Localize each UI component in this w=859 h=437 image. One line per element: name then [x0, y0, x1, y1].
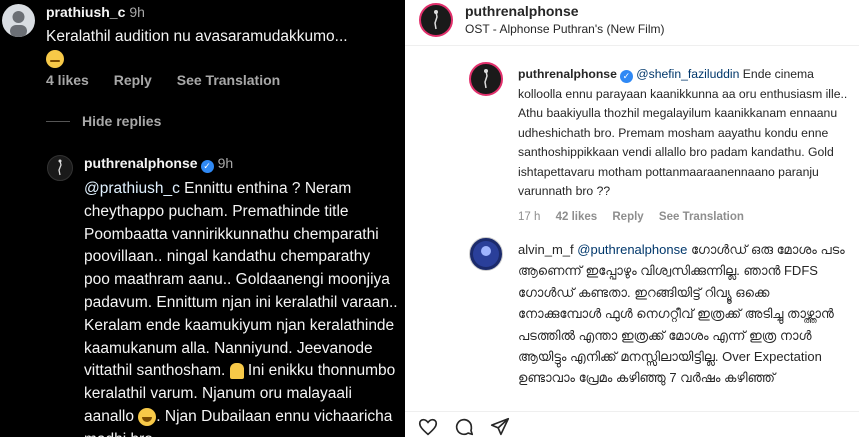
post-audio-subtitle[interactable]: OST - Alphonse Puthran's (New Film): [465, 22, 664, 36]
comment-meta: 17 h 42 likes Reply See Translation: [518, 211, 756, 223]
left-comment-panel: prathiush_c 9h Keralathil audition nu ava…: [0, 0, 405, 437]
avatar[interactable]: [47, 155, 73, 181]
post-action-bar: [417, 416, 511, 437]
reply-text: @prathiush_c Ennittu enthina ? Neram che…: [84, 178, 400, 437]
grinning-face-emoji-icon: [138, 407, 157, 426]
see-translation-button[interactable]: See Translation: [659, 211, 744, 223]
post-username[interactable]: puthrenalphonse: [465, 3, 579, 19]
likes-count[interactable]: 4 likes: [46, 72, 89, 88]
neutral-face-emoji-icon: [46, 49, 64, 68]
heart-icon[interactable]: [417, 416, 439, 437]
reply-body: Ennittu enthina ? Neram cheythappo pucha…: [84, 180, 398, 380]
sketch-figure-icon: [484, 69, 488, 89]
comment-body: Keralathil audition nu avasaramudakkumo.…: [46, 28, 348, 45]
verified-badge-icon: ✓: [200, 160, 214, 173]
username-link[interactable]: alvin_m_f: [518, 242, 574, 257]
avatar[interactable]: [419, 3, 453, 37]
comment-header: prathiush_c 9h: [46, 4, 145, 20]
divider: [405, 411, 859, 412]
likes-count[interactable]: 42 likes: [556, 211, 598, 223]
comment-icon[interactable]: [453, 416, 475, 437]
see-translation-button[interactable]: See Translation: [177, 72, 280, 88]
comment-time: 17 h: [518, 211, 541, 223]
user-avatar-icon: [473, 241, 499, 267]
username-link[interactable]: puthrenalphonse: [518, 67, 617, 81]
username-link[interactable]: puthrenalphonse: [84, 155, 198, 171]
folded-hands-emoji-icon: [229, 363, 244, 380]
comment-text: Keralathil audition nu avasaramudakkumo.…: [46, 26, 396, 70]
mention-link[interactable]: @shefin_faziluddin: [636, 67, 739, 81]
reply-button[interactable]: Reply: [612, 211, 643, 223]
comment-header: puthrenalphonse ✓ 9h: [84, 155, 233, 173]
comment-time: 9h: [129, 4, 145, 20]
avatar[interactable]: [469, 62, 503, 96]
comment-text: alvin_m_f @puthrenalphonse ഗോൾഡ് ഒരു മോശ…: [518, 239, 851, 389]
mention-link[interactable]: @puthrenalphonse: [577, 242, 687, 257]
avatar[interactable]: [469, 237, 503, 271]
avatar[interactable]: [2, 4, 35, 37]
comment-text: puthrenalphonse ✓ @shefin_faziluddin Ende…: [518, 65, 851, 202]
divider: [46, 121, 70, 122]
comment-time: 9h: [217, 155, 234, 171]
comment-body: Ende cinema kolloolla ennu parayaan kaan…: [518, 67, 848, 198]
share-icon[interactable]: [489, 416, 511, 437]
verified-badge-icon: ✓: [619, 70, 633, 83]
mention-link[interactable]: @prathiush_c: [84, 180, 180, 197]
comment-body: ഗോൾഡ് ഒരു മോശം പടം ആണെന്ന് ഇപ്പോഴും വിശ്…: [518, 242, 845, 386]
sketch-figure-icon: [58, 159, 62, 176]
hide-replies-button[interactable]: Hide replies: [82, 113, 161, 129]
reply-button[interactable]: Reply: [114, 72, 152, 88]
right-post-panel: puthrenalphonse OST - Alphonse Puthran's…: [405, 0, 859, 437]
divider: [405, 45, 859, 46]
user-avatar-icon: [10, 11, 27, 37]
username-link[interactable]: prathiush_c: [46, 4, 125, 20]
comment-meta: 4 likes Reply See Translation: [46, 72, 301, 88]
sketch-figure-icon: [434, 10, 438, 30]
